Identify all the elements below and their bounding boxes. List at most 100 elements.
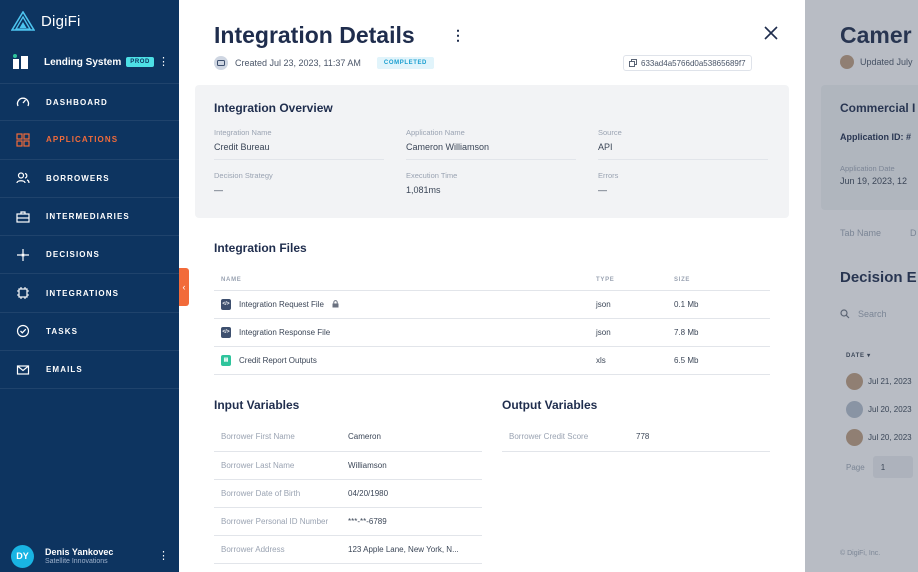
output-variables-table: Borrower Credit Score 778	[502, 423, 770, 452]
field-value: 1,081ms	[406, 185, 441, 195]
spreadsheet-icon: ▤	[221, 354, 231, 366]
sidebar-item-dashboard[interactable]: DASHBOARD	[0, 83, 179, 122]
tab-second[interactable]: D	[910, 228, 917, 238]
overview-field: Execution Time 1,081ms	[406, 171, 576, 202]
avatar	[846, 429, 863, 446]
code-file-icon: </>	[221, 298, 231, 310]
grid-icon	[16, 133, 30, 147]
more-vertical-icon[interactable]: ⋮	[451, 27, 465, 44]
users-icon	[16, 171, 30, 185]
application-date-label: Application Date	[840, 164, 895, 173]
file-name[interactable]: Integration Request File	[239, 300, 324, 309]
section-title: Input Variables	[214, 398, 300, 412]
column-header[interactable]: TYPE	[589, 270, 667, 291]
table-row[interactable]: ▤ Credit Report Outputs xls 6.5 Mb	[214, 346, 770, 375]
briefcase-icon	[16, 210, 30, 224]
variable-value: 778	[636, 423, 770, 452]
user-profile[interactable]: DY Denis Yankovec Satellite Innovations …	[0, 540, 179, 572]
variable-name: Borrower Date of Birth	[214, 479, 348, 508]
field-value: Cameron Williamson	[406, 142, 576, 160]
file-name[interactable]: Credit Report Outputs	[239, 356, 317, 365]
sidebar-item-label: INTERMEDIARIES	[46, 212, 130, 222]
close-icon[interactable]	[762, 24, 780, 42]
building-icon	[13, 54, 28, 69]
field-label: Application Name	[406, 128, 465, 137]
date-column-header[interactable]: DATE ▾	[846, 352, 871, 359]
system-selector[interactable]: Lending System PROD ⋮	[0, 47, 179, 77]
input-variables-table: Borrower First Name Cameron Borrower Last…	[214, 423, 482, 564]
file-name[interactable]: Integration Response File	[239, 328, 330, 337]
variable-name: Borrower Personal ID Number	[214, 507, 348, 536]
variable-row: Borrower Date of Birth 04/20/1980	[214, 479, 482, 508]
sidebar-item-emails[interactable]: EMAILS	[0, 351, 179, 390]
brand-logo[interactable]: DigiFi	[11, 11, 81, 31]
variable-value: Williamson	[348, 451, 482, 480]
more-vertical-icon[interactable]: ⋮	[158, 550, 169, 562]
application-date: Jun 19, 2023, 12	[840, 176, 908, 186]
sidebar-item-applications[interactable]: APPLICATIONS	[0, 121, 179, 160]
sidebar-item-borrowers[interactable]: BORROWERS	[0, 160, 179, 198]
pagination: Page 1	[846, 456, 913, 478]
table-row[interactable]: Jul 20, 2023	[846, 429, 912, 446]
integration-meta: Created Jul 23, 2023, 11:37 AM COMPLETED	[214, 55, 434, 71]
search-box[interactable]: Search	[840, 309, 887, 319]
section-title: Integration Overview	[214, 101, 333, 115]
background-page: Camer Updated July Commercial I Applicat…	[805, 0, 918, 572]
created-date: Created Jul 23, 2023, 11:37 AM	[235, 58, 361, 68]
file-type: json	[589, 318, 667, 347]
column-header[interactable]: NAME	[214, 270, 589, 291]
table-row[interactable]: </> Integration Request File json 0.1 Mb	[214, 290, 770, 319]
variable-row: Borrower Credit Score 778	[502, 423, 770, 452]
search-input[interactable]: Search	[858, 309, 887, 319]
collapse-sidebar-button[interactable]: ‹	[179, 268, 189, 306]
field-value: —	[598, 185, 607, 195]
sidebar-nav: DASHBOARD APPLICATIONS BORROWERS INTERME…	[0, 83, 179, 390]
card-title: Commercial I	[840, 101, 916, 115]
page-input[interactable]: 1	[872, 456, 913, 478]
sidebar-item-label: DASHBOARD	[46, 97, 108, 107]
avatar	[846, 401, 863, 418]
sidebar-item-integrations[interactable]: INTEGRATIONS	[0, 274, 179, 313]
variable-row: Borrower Personal ID Number ***-**-6789	[214, 507, 482, 536]
table-row[interactable]: </> Integration Response File json 7.8 M…	[214, 318, 770, 347]
tab-name[interactable]: Tab Name	[840, 228, 881, 238]
field-value: —	[214, 185, 223, 195]
gauge-icon	[16, 95, 30, 109]
field-label: Integration Name	[214, 128, 272, 137]
table-row[interactable]: Jul 21, 2023	[846, 373, 912, 390]
more-vertical-icon[interactable]: ⋮	[158, 56, 169, 68]
file-size: 0.1 Mb	[667, 290, 770, 319]
updated-text: Updated July	[860, 57, 913, 67]
overview-field: Source API	[598, 128, 768, 160]
check-circle-icon	[16, 324, 30, 338]
table-row[interactable]: Jul 20, 2023	[846, 401, 912, 418]
mail-icon	[16, 363, 30, 377]
file-name-cell: </> Integration Request File	[221, 298, 589, 310]
sort-icon: ▾	[867, 353, 871, 359]
code-file-icon: </>	[221, 326, 231, 338]
overview-field: Application Name Cameron Williamson	[406, 128, 576, 160]
flow-icon	[16, 248, 30, 262]
field-value: Credit Bureau	[214, 142, 384, 160]
lock-icon	[332, 300, 339, 308]
system-name: Lending System	[44, 56, 122, 68]
copy-id-button[interactable]: 633ad4a5766d0a53865689f7	[623, 55, 752, 71]
chip-icon	[16, 286, 30, 300]
sidebar-item-decisions[interactable]: DECISIONS	[0, 236, 179, 275]
variable-name: Borrower Address	[214, 535, 348, 564]
column-header[interactable]: SIZE	[667, 270, 770, 291]
variable-row: Borrower First Name Cameron	[214, 423, 482, 452]
status-badge: COMPLETED	[376, 57, 434, 69]
chevron-left-icon: ‹	[182, 282, 186, 292]
page-title: Integration Details	[214, 22, 415, 48]
sidebar-item-intermediaries[interactable]: INTERMEDIARIES	[0, 198, 179, 237]
table-header-row: NAME TYPE SIZE	[214, 270, 770, 291]
sidebar-item-label: EMAILS	[46, 365, 83, 375]
field-value: API	[598, 142, 768, 160]
file-name-cell: </> Integration Response File	[221, 326, 589, 338]
avatar: DY	[11, 544, 34, 568]
variable-value: 04/20/1980	[348, 479, 482, 508]
field-label: Execution Time	[406, 171, 458, 180]
sidebar-item-tasks[interactable]: TASKS	[0, 313, 179, 352]
api-icon	[214, 56, 228, 70]
